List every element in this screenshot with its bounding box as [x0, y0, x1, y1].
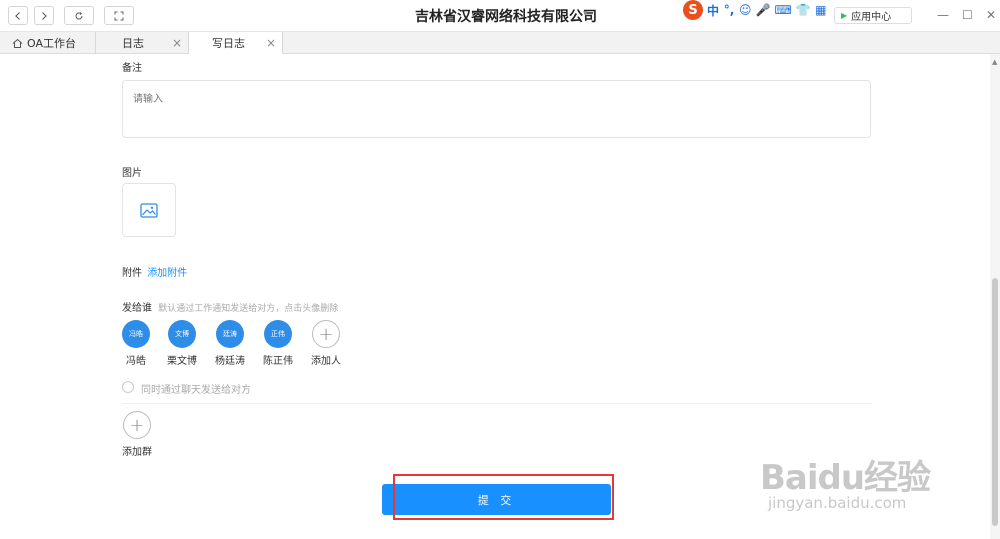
recipient[interactable]: 文博 栗文博: [162, 320, 202, 367]
app-title[interactable]: 吉林省汉睿网络科技有限公司: [415, 6, 597, 26]
recipient[interactable]: 正伟 陈正伟: [258, 320, 298, 367]
chevron-left-icon: [15, 11, 20, 20]
ime-toolbox-icon[interactable]: ▦: [815, 3, 827, 17]
image-icon: [140, 202, 158, 218]
ime-punctuation[interactable]: °,: [723, 3, 735, 17]
close-window-icon[interactable]: ✕: [986, 8, 996, 22]
plus-icon[interactable]: +: [312, 320, 340, 348]
attachment-label: 附件: [122, 268, 142, 279]
add-group-button[interactable]: + 添加群: [117, 411, 157, 458]
add-person-label: 添加人: [311, 356, 341, 367]
tab-label: OA工作台: [27, 37, 76, 50]
back-button[interactable]: [8, 6, 28, 25]
add-group-label: 添加群: [122, 447, 152, 458]
scrollbar-thumb[interactable]: [992, 278, 998, 526]
add-person-button[interactable]: + 添加人: [306, 320, 346, 367]
expand-icon: [114, 11, 124, 20]
minimize-icon[interactable]: —: [937, 8, 949, 22]
ime-voice-icon[interactable]: 🎤: [756, 3, 771, 17]
tab-label: 日志: [122, 37, 144, 50]
tab-write-log[interactable]: 写日志 ×: [189, 32, 283, 54]
add-attachment-link[interactable]: 添加附件: [147, 268, 187, 279]
recipient[interactable]: 冯皓 冯皓: [116, 320, 156, 367]
home-icon: [12, 38, 23, 48]
tab-bar: OA工作台 日志 × 写日志 ×: [0, 32, 1000, 54]
ime-chinese-mode[interactable]: 中: [707, 2, 719, 19]
fullscreen-button[interactable]: [104, 6, 134, 25]
attachment-row: 附件 添加附件: [122, 264, 187, 279]
divider: [122, 403, 872, 404]
chat-send-radio[interactable]: [122, 381, 134, 393]
avatar[interactable]: 冯皓: [122, 320, 150, 348]
send-to-label: 发给谁: [122, 303, 152, 314]
tab-label: 写日志: [212, 37, 245, 50]
app-center-label: 应用中心: [851, 12, 892, 23]
remark-input[interactable]: [122, 80, 871, 138]
recipient-name: 陈正伟: [263, 356, 293, 367]
sogou-logo-icon[interactable]: S: [683, 0, 703, 20]
send-to-hint: 默认通过工作通知发送给对方，点击头像删除: [158, 304, 339, 314]
watermark-url: jingyan.baidu.com: [768, 494, 907, 512]
avatar[interactable]: 文博: [168, 320, 196, 348]
baidu-watermark: Baidu经验 jingyan.baidu.com: [760, 450, 931, 512]
image-upload-button[interactable]: [122, 183, 176, 237]
avatar[interactable]: 廷涛: [216, 320, 244, 348]
recipient-name: 杨廷涛: [215, 356, 245, 367]
recipient-name: 栗文博: [167, 356, 197, 367]
title-bar: 吉林省汉睿网络科技有限公司 ▾ S 中 °, ☺ 🎤 ⌨ 👕 ▦ ▶ 应用中心 …: [0, 0, 1000, 32]
recipient[interactable]: 廷涛 杨廷涛: [210, 320, 250, 367]
send-to-row: 发给谁 默认通过工作通知发送给对方，点击头像删除: [122, 299, 338, 314]
forward-button[interactable]: [34, 6, 54, 25]
remark-label: 备注: [122, 63, 142, 74]
refresh-button[interactable]: [64, 6, 94, 25]
tab-log[interactable]: 日志 ×: [96, 32, 189, 54]
scroll-up-arrow-icon[interactable]: ▲: [992, 58, 997, 66]
avatar[interactable]: 正伟: [264, 320, 292, 348]
refresh-icon: [75, 11, 83, 19]
ime-skin-icon[interactable]: 👕: [796, 3, 811, 17]
play-icon: ▶: [841, 11, 848, 20]
chat-send-label: 同时通过聊天发送给对方: [141, 385, 251, 396]
maximize-icon[interactable]: ☐: [962, 8, 973, 22]
ime-emoji-icon[interactable]: ☺: [739, 3, 752, 17]
ime-toolbar: S 中 °, ☺ 🎤 ⌨ 👕 ▦: [683, 0, 827, 20]
plus-icon[interactable]: +: [123, 411, 151, 439]
recipient-name: 冯皓: [126, 356, 146, 367]
tab-oa-workbench[interactable]: OA工作台: [0, 32, 96, 54]
app-center-button[interactable]: ▶ 应用中心: [834, 7, 912, 24]
highlight-box: [393, 474, 614, 520]
chevron-right-icon: [42, 11, 47, 20]
watermark-logo: Baidu经验: [760, 458, 931, 498]
close-tab-icon[interactable]: ×: [266, 36, 276, 50]
ime-keyboard-icon[interactable]: ⌨: [774, 3, 791, 17]
image-label: 图片: [122, 168, 142, 179]
close-tab-icon[interactable]: ×: [172, 36, 182, 50]
title-dropdown-icon[interactable]: ▾: [583, 9, 588, 19]
